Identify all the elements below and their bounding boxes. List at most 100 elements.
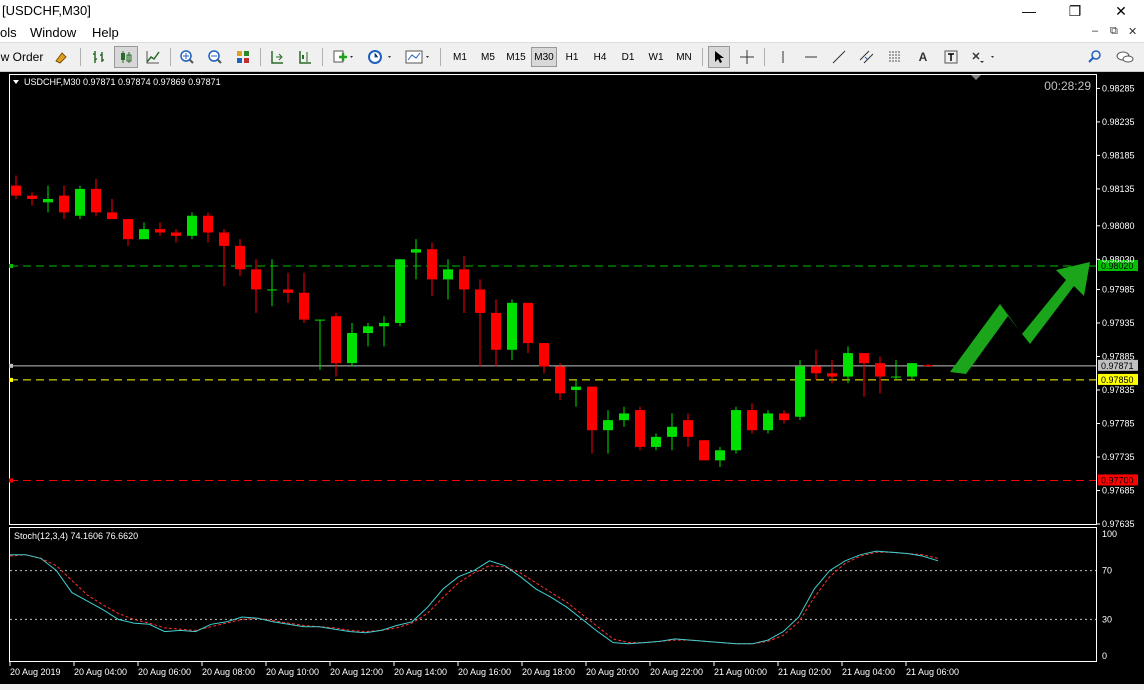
title-bar: [USDCHF,M30] — ❐ ✕ <box>0 0 1144 22</box>
minimize-button[interactable]: — <box>1006 0 1052 22</box>
candle-body <box>331 316 341 364</box>
cursor-icon[interactable] <box>708 46 730 68</box>
mdi-close-button[interactable]: ✕ <box>1128 25 1137 38</box>
timeframe-h1[interactable]: H1 <box>559 47 585 67</box>
timeframe-m15[interactable]: M15 <box>503 47 529 67</box>
chart-window[interactable]: USDCHF,M30 0.97871 0.97874 0.97869 0.978… <box>0 72 1144 684</box>
toolbar: w Order M1 M5 M15 M30 H1 H4 D1 W1 MN A <box>0 43 1144 72</box>
expert-advisors-icon[interactable] <box>50 46 72 68</box>
restore-button[interactable]: ❐ <box>1052 0 1098 22</box>
auto-scroll-icon[interactable] <box>266 46 288 68</box>
price-tick-label: 0.97635 <box>1102 519 1135 529</box>
templates-icon[interactable] <box>402 46 434 68</box>
price-chart[interactable]: USDCHF,M30 0.97871 0.97874 0.97869 0.978… <box>0 72 1144 684</box>
price-label: 0.97850 <box>1101 375 1134 385</box>
crosshair-icon[interactable] <box>736 46 758 68</box>
menu-help[interactable]: Help <box>92 25 119 40</box>
timeframe-d1[interactable]: D1 <box>615 47 641 67</box>
bar-countdown: 00:28:29 <box>1044 79 1091 93</box>
candle-body <box>219 232 229 246</box>
bar-chart-icon[interactable] <box>88 46 110 68</box>
mdi-restore-button[interactable]: ⧉ <box>1110 25 1118 38</box>
equidistant-channel-icon[interactable] <box>856 46 878 68</box>
time-tick-label: 21 Aug 06:00 <box>906 667 959 677</box>
timeframe-h4[interactable]: H4 <box>587 47 613 67</box>
close-button[interactable]: ✕ <box>1098 0 1144 22</box>
candle-body <box>875 363 885 377</box>
candle-body <box>251 269 261 290</box>
mdi-minimize-button[interactable]: – <box>1092 25 1098 37</box>
timeframe-m30[interactable]: M30 <box>531 47 557 67</box>
candle-body <box>571 386 581 390</box>
periods-icon[interactable] <box>364 46 396 68</box>
candle-body <box>619 413 629 421</box>
candle-body <box>75 188 85 216</box>
horizontal-line-marker <box>9 363 13 368</box>
indicator-pane-border <box>9 527 1097 662</box>
candle-body <box>11 185 21 196</box>
chart-header: USDCHF,M30 0.97871 0.97874 0.97869 0.978… <box>24 77 221 87</box>
candle-body <box>491 312 501 350</box>
indicators-icon[interactable] <box>330 46 358 68</box>
window-title: [USDCHF,M30] <box>2 3 91 18</box>
candle-body <box>747 410 757 431</box>
price-tick-label: 0.97935 <box>1102 318 1135 328</box>
candle-body <box>363 326 373 334</box>
candle-body <box>907 363 917 377</box>
time-tick-label: 20 Aug 2019 <box>10 667 61 677</box>
time-axis: 20 Aug 2019 20 Aug 04:00 20 Aug 06:00 20 Au… <box>9 662 959 677</box>
chart-shift-icon[interactable] <box>294 46 316 68</box>
candle-body <box>427 249 437 280</box>
horizontal-line-marker <box>9 263 13 268</box>
toolbar-separator <box>440 48 441 66</box>
candle-body <box>379 322 389 327</box>
candle-body <box>779 413 789 421</box>
candle-body <box>811 366 821 374</box>
candle-body <box>443 269 453 280</box>
tile-windows-icon[interactable] <box>232 46 254 68</box>
trendline-icon[interactable] <box>828 46 850 68</box>
candle-body <box>635 410 645 447</box>
horizontal-line-icon[interactable] <box>800 46 822 68</box>
price-tick-label: 0.98080 <box>1102 221 1135 231</box>
status-bar <box>0 684 1144 690</box>
candle-body <box>539 343 549 367</box>
price-tick-label: 0.97685 <box>1102 485 1135 495</box>
new-order-button[interactable]: w Order <box>0 46 44 68</box>
candlestick-chart-icon[interactable] <box>114 46 138 68</box>
text-label-icon[interactable] <box>940 46 962 68</box>
timeframe-m5[interactable]: M5 <box>475 47 501 67</box>
zoom-in-icon[interactable] <box>176 46 198 68</box>
fibonacci-icon[interactable] <box>884 46 906 68</box>
timeframe-m1[interactable]: M1 <box>447 47 473 67</box>
candle-body <box>107 212 117 220</box>
vertical-line-icon[interactable] <box>772 46 794 68</box>
time-tick-label: 20 Aug 14:00 <box>394 667 447 677</box>
main-pane-border <box>9 74 1097 525</box>
candle-body <box>795 366 805 417</box>
candle-body <box>91 188 101 213</box>
candle-body <box>523 302 533 344</box>
candle-body <box>923 365 933 367</box>
candle-body <box>763 413 773 431</box>
line-chart-icon[interactable] <box>142 46 164 68</box>
toolbar-separator <box>764 48 765 66</box>
timeframe-w1[interactable]: W1 <box>643 47 669 67</box>
zoom-out-icon[interactable] <box>204 46 226 68</box>
candle-body <box>59 195 69 213</box>
toolbar-separator <box>80 48 81 66</box>
price-tick-label: 0.98235 <box>1102 117 1135 127</box>
price-label: 0.97700 <box>1101 475 1134 485</box>
candle-body <box>555 366 565 394</box>
arrows-icon[interactable] <box>968 46 1000 68</box>
menu-tools[interactable]: ols <box>0 25 17 40</box>
candle-body <box>507 302 517 350</box>
candle-body <box>667 426 677 437</box>
candle-body <box>843 353 853 377</box>
menu-window[interactable]: Window <box>30 25 76 40</box>
text-tool-icon[interactable]: A <box>912 46 934 68</box>
chat-icon[interactable] <box>1112 46 1138 68</box>
timeframe-mn[interactable]: MN <box>671 47 697 67</box>
search-icon[interactable] <box>1084 46 1106 68</box>
price-tick-label: 0.97885 <box>1102 351 1135 361</box>
